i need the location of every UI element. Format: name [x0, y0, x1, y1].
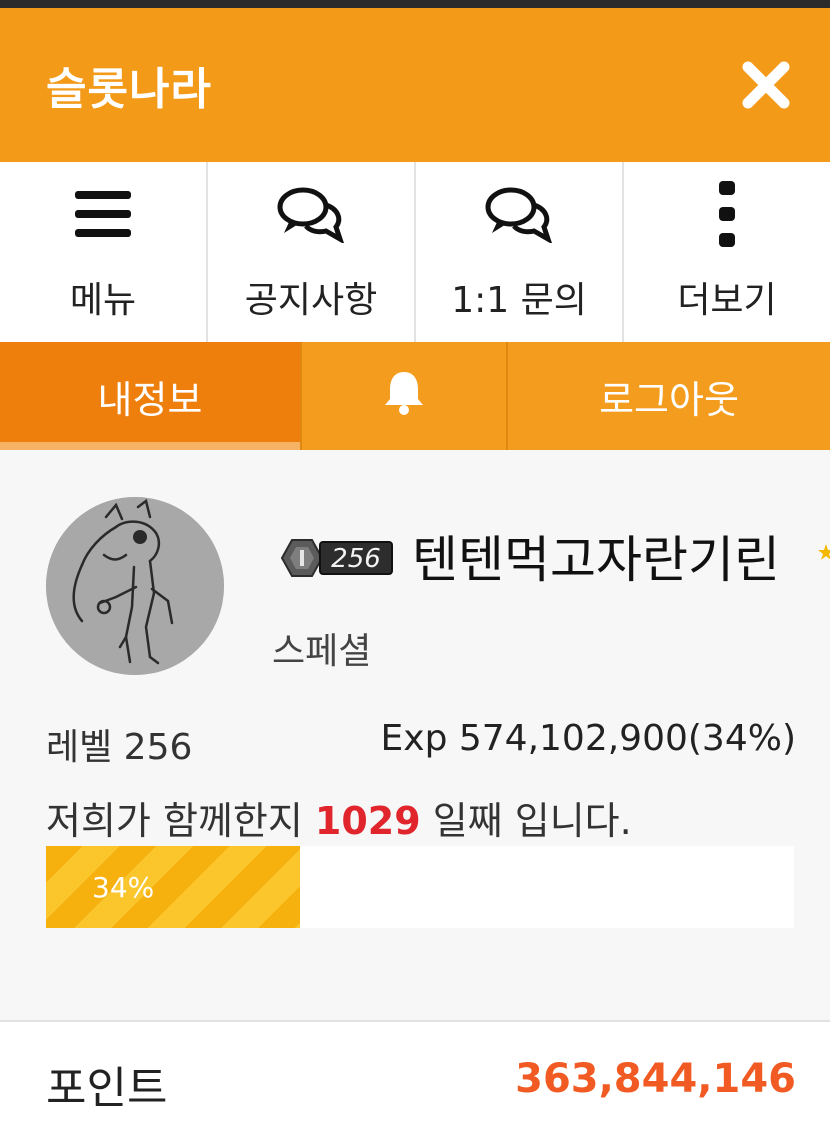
- quick-nav: 메뉴 공지사항 1:1 문의 더보기: [0, 162, 830, 342]
- points-value: 363,844,146: [515, 1056, 796, 1102]
- tab-notifications[interactable]: [302, 342, 508, 450]
- days-together: 저희가 함께한지 1029 일째 입니다.: [46, 790, 632, 845]
- star-icon: [818, 544, 830, 560]
- level-badge-icon: 256: [280, 539, 393, 577]
- status-strip: [0, 0, 830, 8]
- nickname: 텐텐먹고자란기린: [412, 531, 780, 589]
- profile-panel: 256 텐텐먹고자란기린 스페셜 레벨 256 Exp 574,102,900(…: [0, 450, 830, 1020]
- days-prefix: 저희가 함께한지: [46, 799, 303, 843]
- exp-progress-bar: 34%: [46, 846, 794, 928]
- days-suffix: 일째 입니다.: [432, 799, 632, 843]
- level-badge-text: 256: [331, 544, 381, 574]
- tab-logout[interactable]: 로그아웃: [508, 342, 830, 450]
- member-grade: 스페셜: [272, 631, 372, 672]
- inquiry-button[interactable]: 1:1 문의: [416, 162, 624, 342]
- inquiry-label: 1:1 문의: [451, 280, 587, 321]
- app-title: 슬롯나라: [46, 64, 212, 115]
- avatar[interactable]: [46, 497, 224, 675]
- menu-button[interactable]: 메뉴: [0, 162, 208, 342]
- exp-progress-label: 34%: [92, 870, 155, 904]
- exp-text: Exp 574,102,900(34%): [380, 718, 796, 759]
- points-row: 포인트 363,844,146: [0, 1022, 830, 1134]
- app-header: 슬롯나라: [0, 8, 830, 162]
- tab-my-info[interactable]: 내정보: [0, 342, 302, 450]
- chat-bubbles-icon: [276, 181, 346, 247]
- points-label: 포인트: [46, 1063, 168, 1114]
- chat-bubbles-icon: [484, 181, 554, 247]
- notice-button[interactable]: 공지사항: [208, 162, 416, 342]
- more-button[interactable]: 더보기: [624, 162, 830, 342]
- account-tabs: 내정보 로그아웃: [0, 342, 830, 450]
- more-label: 더보기: [677, 280, 777, 321]
- vertical-dots-icon: [717, 181, 737, 247]
- bell-icon: [382, 369, 426, 424]
- days-count: 1029: [314, 799, 421, 843]
- menu-label: 메뉴: [69, 280, 137, 321]
- exp-progress-fill: 34%: [46, 846, 301, 928]
- level-text: 레벨 256: [46, 727, 193, 768]
- hamburger-menu-icon: [73, 181, 133, 247]
- close-icon[interactable]: [740, 59, 792, 111]
- notice-label: 공지사항: [244, 280, 378, 321]
